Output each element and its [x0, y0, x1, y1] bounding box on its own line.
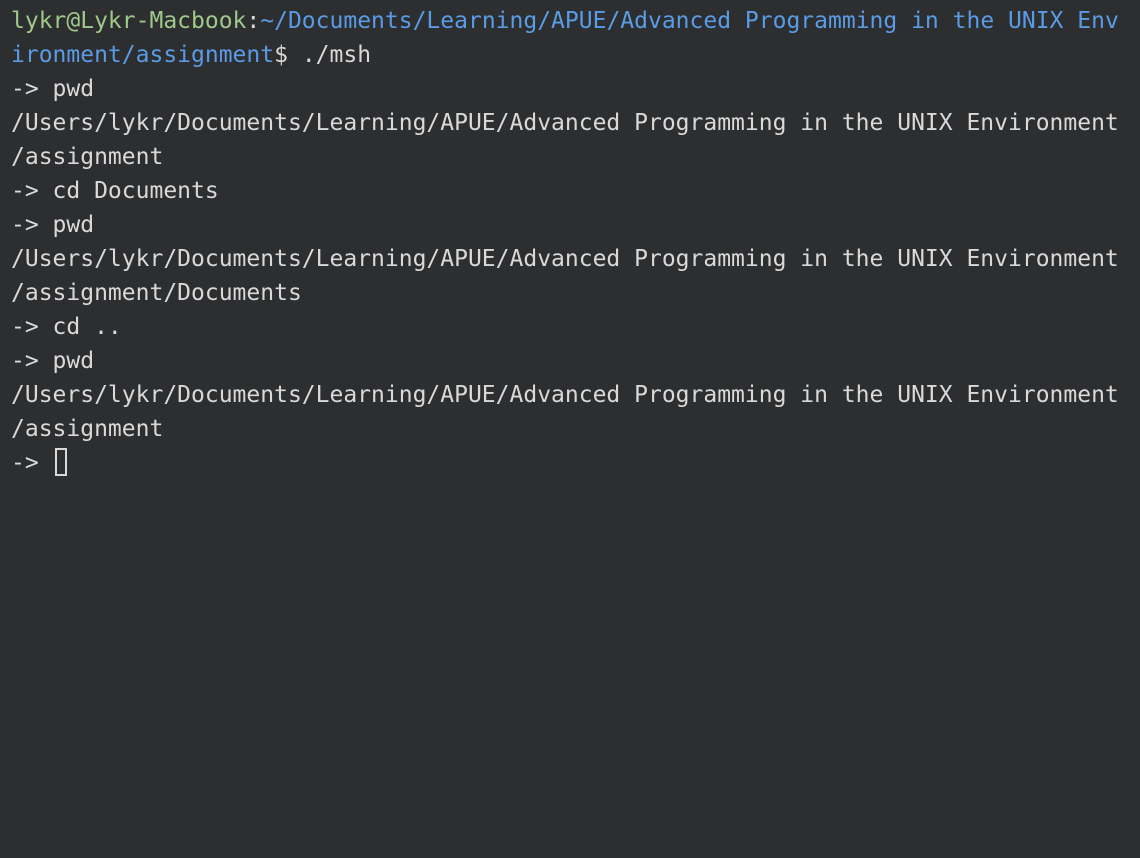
prompt-path-part2: ironment/assignment — [11, 42, 275, 68]
prompt-colon: : — [246, 8, 261, 34]
current-input-line[interactable]: -> — [11, 446, 1140, 480]
output-line: -> pwd — [11, 348, 95, 374]
output-line: -> cd .. — [11, 314, 122, 340]
output-line: /assignment — [11, 144, 164, 170]
output-line: /Users/lykr/Documents/Learning/APUE/Adva… — [11, 246, 1119, 272]
shell-prompt-line-1: lykr@Lykr-Macbook:~/Documents/Learning/A… — [11, 4, 1140, 38]
current-prompt: -> — [11, 450, 53, 476]
user-host: lykr@Lykr-Macbook — [11, 8, 247, 34]
text-cursor[interactable] — [54, 448, 67, 476]
output-line: -> pwd — [11, 212, 95, 238]
prompt-path-part1: ~/Documents/Learning/APUE/Advanced Progr… — [260, 8, 1119, 34]
shell-prompt-line-2: ironment/assignment$ ./msh — [11, 38, 1140, 72]
output-line: -> pwd — [11, 76, 95, 102]
prompt-dollar: $ — [274, 42, 288, 68]
terminal-window[interactable]: lykr@Lykr-Macbook:~/Documents/Learning/A… — [0, 0, 1140, 858]
output-line: /Users/lykr/Documents/Learning/APUE/Adva… — [11, 110, 1119, 136]
output-line: /assignment — [11, 416, 164, 442]
prompt-command: ./msh — [287, 42, 372, 68]
output-line: -> cd Documents — [11, 178, 219, 204]
output-line: /assignment/Documents — [11, 280, 302, 306]
output-line: /Users/lykr/Documents/Learning/APUE/Adva… — [11, 382, 1119, 408]
